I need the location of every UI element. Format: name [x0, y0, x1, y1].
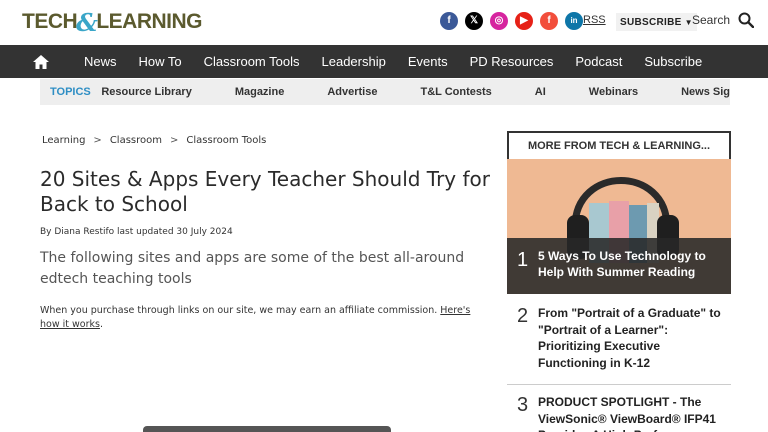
topics-bar: TOPICS Resource Library Magazine Adverti… — [40, 79, 730, 105]
breadcrumb: Learning > Classroom > Classroom Tools — [42, 135, 266, 146]
rss-link[interactable]: RSS — [583, 14, 606, 26]
subscribe-dropdown-label: SUBSCRIBE — [620, 16, 682, 28]
rank-number: 1 — [517, 249, 529, 271]
topic-webinars[interactable]: Webinars — [589, 86, 638, 98]
topic-ai[interactable]: AI — [535, 86, 546, 98]
topic-advertise[interactable]: Advertise — [327, 86, 377, 98]
subscribe-dropdown[interactable]: SUBSCRIBE ▼ — [616, 13, 697, 31]
breadcrumb-separator: > — [93, 135, 102, 146]
search-icon — [738, 12, 755, 28]
breadcrumb-item-classroom[interactable]: Classroom — [110, 135, 162, 146]
nav-item-how-to[interactable]: How To — [128, 54, 193, 69]
sidebar-heading: MORE FROM TECH & LEARNING... — [507, 131, 731, 159]
site-header: TECH & LEARNING f 𝕏 ◎ ▶ f in RSS SUBSCRIBE… — [0, 0, 768, 45]
x-icon[interactable]: 𝕏 — [465, 12, 483, 30]
linkedin-icon[interactable]: in — [565, 12, 583, 30]
home-icon — [33, 54, 49, 69]
featured-caption: 1 5 Ways To Use Technology to Help With … — [507, 238, 731, 294]
flipboard-icon[interactable]: f — [540, 12, 558, 30]
topic-magazine[interactable]: Magazine — [235, 86, 285, 98]
nav-item-classroom-tools[interactable]: Classroom Tools — [193, 54, 311, 69]
video-player-top-edge — [143, 426, 391, 432]
nav-item-events[interactable]: Events — [397, 54, 459, 69]
sidebar-list-item[interactable]: 3 PRODUCT SPOTLIGHT - The ViewSonic® Vie… — [507, 394, 731, 432]
sidebar-item-title[interactable]: PRODUCT SPOTLIGHT - The ViewSonic® ViewB… — [538, 394, 728, 432]
logo-ampersand: & — [76, 7, 98, 37]
social-links: f 𝕏 ◎ ▶ f in — [440, 12, 583, 30]
nav-item-subscribe[interactable]: Subscribe — [633, 54, 713, 69]
topic-resource-library[interactable]: Resource Library — [101, 86, 191, 98]
topic-tl-contests[interactable]: T&L Contests — [420, 86, 491, 98]
breadcrumb-item-classroom-tools[interactable]: Classroom Tools — [186, 135, 266, 146]
sidebar-list-item[interactable]: 2 From "Portrait of a Graduate" to "Port… — [507, 305, 731, 375]
topic-news-sig[interactable]: News Sig — [681, 86, 730, 98]
nav-item-news[interactable]: News — [73, 54, 128, 69]
article-standfirst: The following sites and apps are some of… — [40, 250, 465, 287]
affiliate-period: . — [99, 319, 103, 330]
featured-title[interactable]: 5 Ways To Use Technology to Help With Su… — [538, 248, 724, 280]
home-button[interactable] — [19, 45, 63, 78]
affiliate-text: When you purchase through links on our s… — [40, 305, 441, 316]
facebook-icon[interactable]: f — [440, 12, 458, 30]
instagram-icon[interactable]: ◎ — [490, 12, 508, 30]
search-label: Search — [692, 13, 731, 27]
nav-item-leadership[interactable]: Leadership — [311, 54, 397, 69]
sidebar-featured-card[interactable]: 1 5 Ways To Use Technology to Help With … — [507, 159, 731, 294]
rank-number: 2 — [517, 305, 529, 327]
nav-item-podcast[interactable]: Podcast — [564, 54, 633, 69]
affiliate-disclosure: When you purchase through links on our s… — [40, 304, 490, 332]
search-button[interactable]: Search — [692, 12, 755, 28]
logo-text-part1: TECH — [22, 10, 78, 33]
breadcrumb-separator: > — [170, 135, 179, 146]
article-title: 20 Sites & Apps Every Teacher Should Try… — [40, 167, 490, 216]
rank-number: 3 — [517, 394, 529, 416]
article-byline: By Diana Restifo last updated 30 July 20… — [40, 227, 233, 237]
breadcrumb-item-learning[interactable]: Learning — [42, 135, 85, 146]
sidebar-divider — [507, 384, 731, 385]
sidebar-item-title[interactable]: From "Portrait of a Graduate" to "Portra… — [538, 305, 728, 371]
nav-item-pd-resources[interactable]: PD Resources — [459, 54, 565, 69]
topics-label: TOPICS — [50, 86, 91, 98]
youtube-icon[interactable]: ▶ — [515, 12, 533, 30]
main-navigation: News How To Classroom Tools Leadership E… — [0, 45, 768, 78]
site-logo[interactable]: TECH & LEARNING — [22, 7, 203, 37]
logo-text-part2: LEARNING — [96, 10, 203, 33]
